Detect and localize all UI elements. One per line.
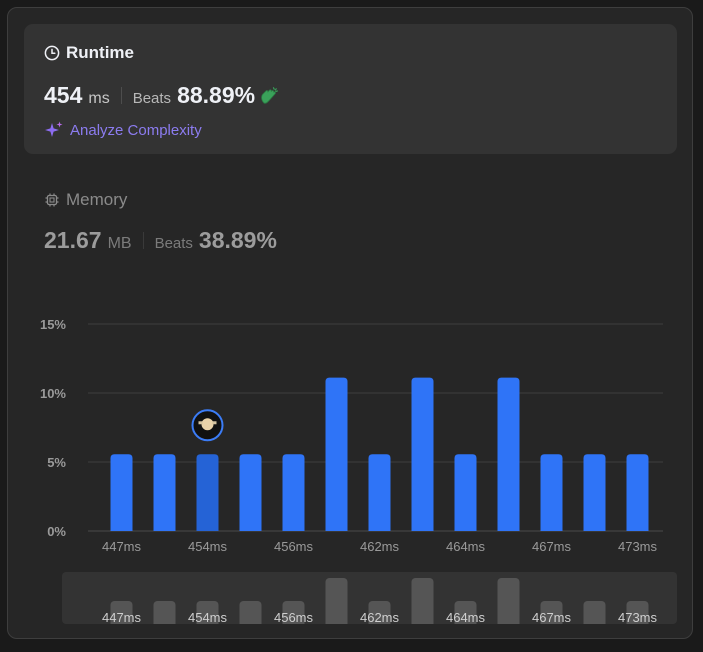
chart-bar[interactable] xyxy=(626,454,649,531)
user-avatar-marker xyxy=(191,409,224,442)
chart-bar[interactable] xyxy=(368,454,391,531)
avatar-face xyxy=(201,418,214,431)
brush-overview: 447ms 454ms 456ms 462ms 464ms 467ms 473ms xyxy=(102,578,658,624)
chart-bar[interactable] xyxy=(282,454,305,531)
chart-bar[interactable] xyxy=(153,454,176,531)
y-tick-label: 5% xyxy=(47,455,66,470)
y-tick-label: 0% xyxy=(47,524,66,539)
x-tick-label: 456ms xyxy=(274,539,314,554)
chart-bar[interactable] xyxy=(325,377,348,531)
brush-bar xyxy=(583,600,606,624)
avatar-detail xyxy=(198,421,203,425)
x-tick-label: 454ms xyxy=(188,539,228,554)
chart-bar[interactable] xyxy=(497,377,520,531)
brush-tick-label: 456ms xyxy=(274,610,314,624)
brush-bar xyxy=(239,600,262,624)
brush-tick-label: 464ms xyxy=(446,610,486,624)
y-tick-label: 15% xyxy=(40,317,66,332)
brush-bar xyxy=(411,578,434,624)
avatar-detail xyxy=(212,421,217,425)
chart-bar[interactable] xyxy=(411,377,434,531)
brush-tick-label: 473ms xyxy=(618,610,658,624)
chart-range-brush[interactable]: 447ms 454ms 456ms 462ms 464ms 467ms 473ms xyxy=(62,572,677,624)
brush-tick-label: 462ms xyxy=(360,610,400,624)
brush-tick-label: 467ms xyxy=(532,610,572,624)
brush-tick-label: 447ms xyxy=(102,610,142,624)
chart-bar[interactable] xyxy=(239,454,262,531)
x-tick-label: 473ms xyxy=(618,539,658,554)
chart-bar[interactable] xyxy=(110,454,133,531)
x-tick-label: 447ms xyxy=(102,539,142,554)
chart-bar[interactable] xyxy=(540,454,563,531)
brush-bar xyxy=(497,578,520,624)
brush-bar xyxy=(153,600,176,624)
x-tick-label: 462ms xyxy=(360,539,400,554)
chart-bar[interactable] xyxy=(196,454,219,531)
y-tick-label: 10% xyxy=(40,386,66,401)
chart-bar[interactable] xyxy=(454,454,477,531)
x-tick-label: 467ms xyxy=(532,539,572,554)
brush-tick-label: 454ms xyxy=(188,610,228,624)
brush-bar xyxy=(325,578,348,624)
chart-bar[interactable] xyxy=(583,454,606,531)
runtime-distribution-chart: 0% 5% 10% 15% 447ms 454ms 456ms 462ms 464ms 467ms… xyxy=(40,317,663,554)
x-tick-label: 464ms xyxy=(446,539,486,554)
